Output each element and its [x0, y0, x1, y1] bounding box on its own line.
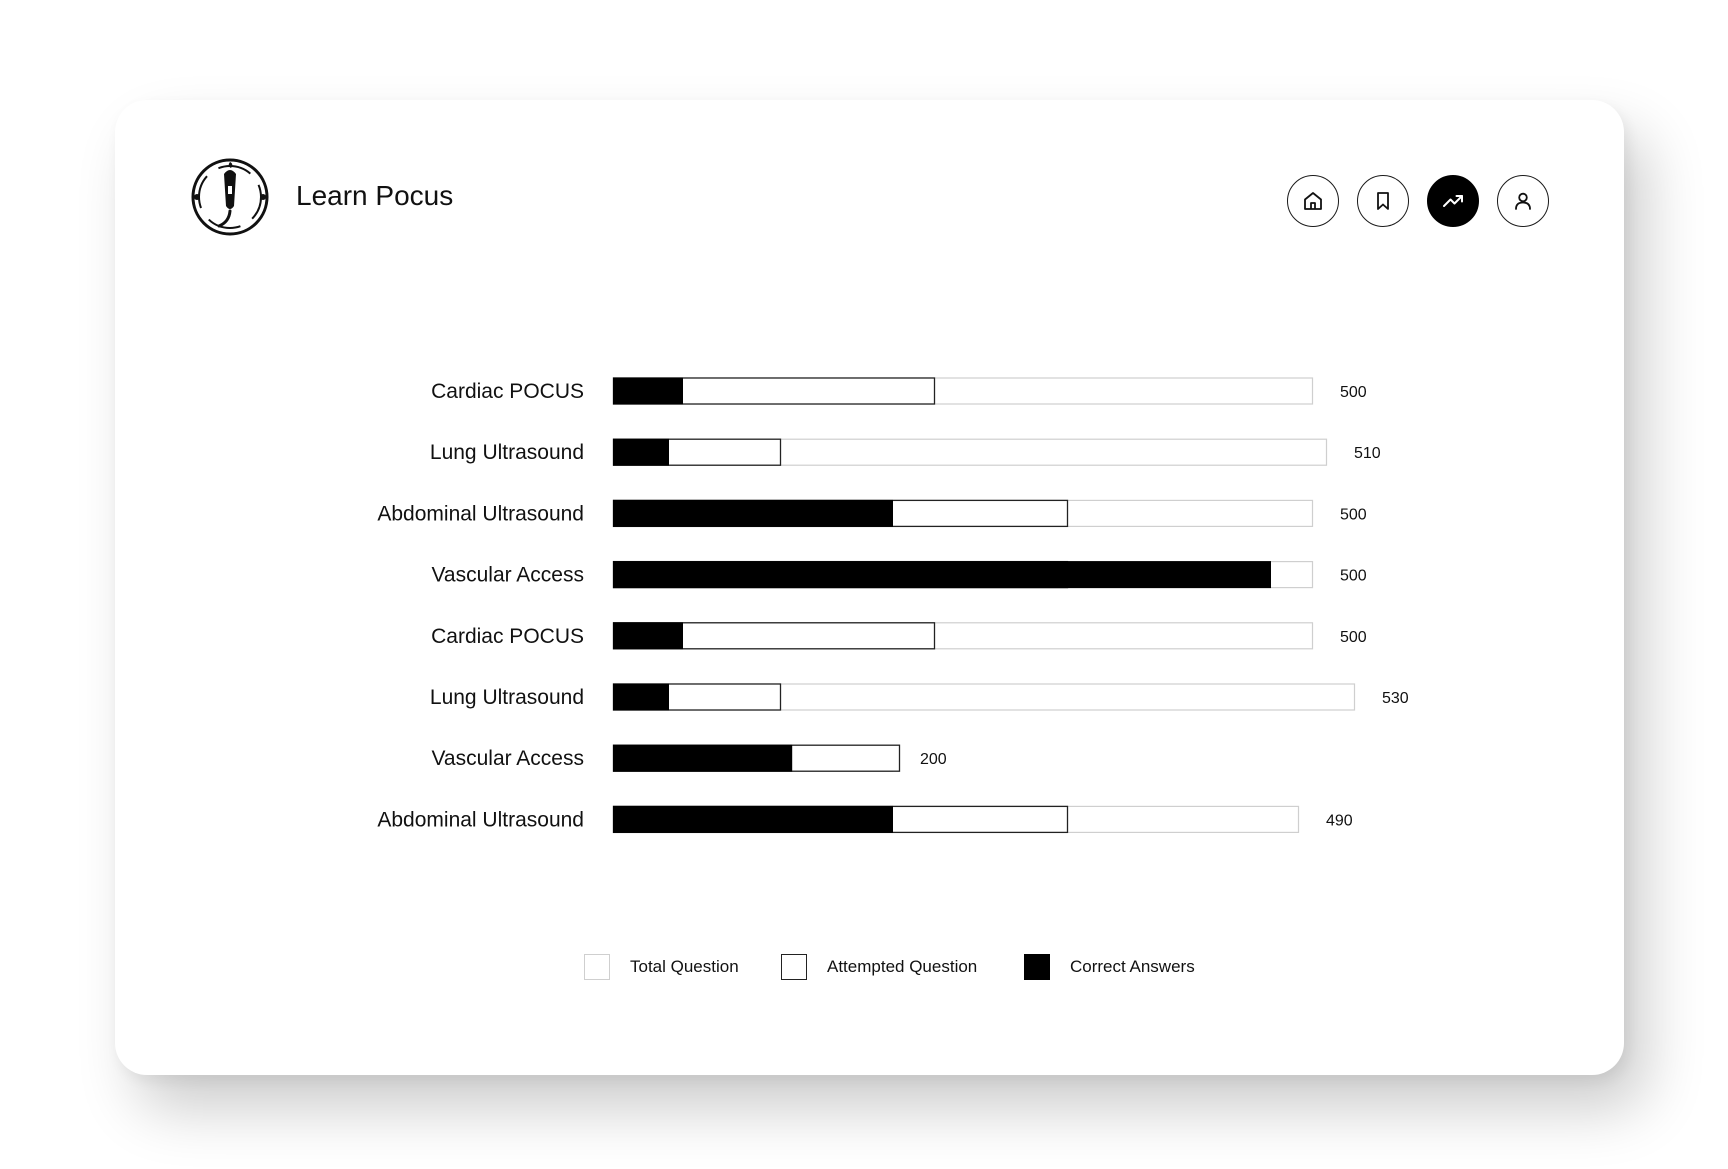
category-label: Cardiac POCUS	[431, 380, 584, 403]
progress-bar-chart: Cardiac POCUS 500 Lung Ultrasound 510 Abdomi…	[377, 377, 1409, 834]
legend-swatch-attempted	[781, 954, 807, 980]
legend-label-total: Total Question	[630, 957, 739, 976]
category-label: Vascular Access	[431, 747, 584, 770]
value-label: 500	[1340, 384, 1367, 401]
legend-correct: Correct Answers	[1024, 953, 1195, 981]
bar-correct	[613, 438, 669, 466]
bar-correct	[613, 499, 893, 527]
bar-correct	[613, 377, 683, 405]
value-label: 490	[1326, 812, 1353, 829]
legend-swatch-total	[584, 954, 610, 980]
category-label: Vascular Access	[431, 564, 584, 587]
category-label: Cardiac POCUS	[431, 625, 584, 648]
value-label: 200	[920, 751, 947, 768]
legend-swatch-correct	[1024, 954, 1050, 980]
bar-correct	[613, 805, 893, 833]
bar-correct	[613, 622, 683, 650]
category-label: Abdominal Ultrasound	[377, 502, 584, 525]
value-label: 500	[1340, 568, 1367, 585]
legend-label-correct: Correct Answers	[1070, 957, 1195, 976]
value-label: 510	[1354, 445, 1381, 462]
legend-total: Total Question	[584, 953, 739, 981]
category-label: Lung Ultrasound	[430, 441, 584, 464]
legend-label-attempted: Attempted Question	[827, 957, 978, 976]
legend-attempted: Attempted Question	[781, 953, 977, 981]
value-label: 530	[1382, 690, 1409, 707]
bar-correct	[613, 561, 1271, 589]
category-label: Abdominal Ultrasound	[377, 808, 584, 831]
bar-correct	[613, 683, 669, 711]
value-label: 500	[1340, 629, 1367, 646]
category-label: Lung Ultrasound	[430, 686, 584, 709]
bar-correct	[613, 744, 793, 772]
value-label: 500	[1340, 506, 1367, 523]
